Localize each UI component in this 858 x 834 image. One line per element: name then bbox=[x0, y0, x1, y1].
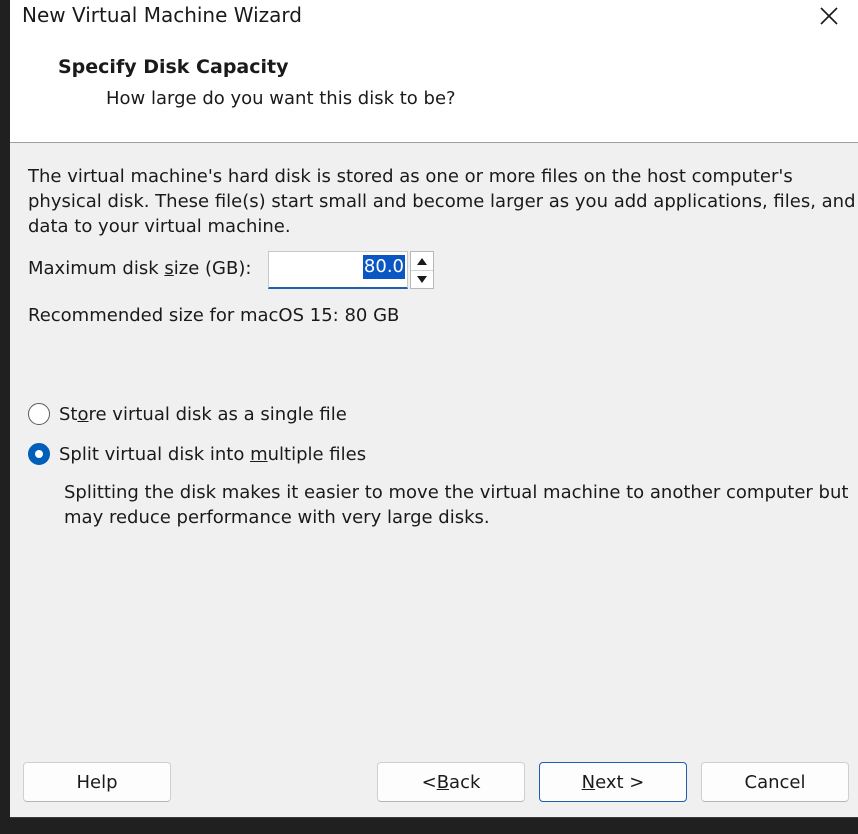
single-file-label-accel: o bbox=[77, 403, 89, 425]
single-file-radio[interactable] bbox=[28, 403, 50, 425]
caret-up-icon bbox=[417, 257, 427, 265]
page-title: Specify Disk Capacity bbox=[58, 56, 289, 78]
split-files-radio[interactable] bbox=[28, 443, 50, 465]
disk-size-spinner bbox=[410, 251, 434, 289]
back-button[interactable]: < Back bbox=[377, 762, 525, 802]
single-file-label[interactable]: Store virtual disk as a single file bbox=[59, 404, 347, 425]
disk-size-label-accel: s bbox=[164, 258, 174, 279]
disk-description: The virtual machine's hard disk is store… bbox=[28, 166, 856, 237]
spin-up-button[interactable] bbox=[411, 252, 433, 271]
title-bar: New Virtual Machine Wizard bbox=[10, 0, 858, 42]
split-files-label-pre: Split virtual disk into bbox=[59, 443, 251, 465]
close-icon bbox=[820, 7, 838, 25]
caret-down-icon bbox=[417, 275, 427, 283]
next-button-post: ext > bbox=[595, 771, 645, 793]
single-file-label-pre: St bbox=[59, 403, 78, 425]
disk-size-label-rest: ize (GB): bbox=[173, 258, 252, 279]
wizard-window: New Virtual Machine Wizard Specify Disk … bbox=[10, 0, 858, 818]
wizard-header: Specify Disk Capacity How large do you w… bbox=[10, 42, 858, 143]
recommended-size-text: Recommended size for macOS 15: 80 GB bbox=[28, 305, 400, 326]
page-subtitle: How large do you want this disk to be? bbox=[106, 88, 456, 109]
next-button-accel: N bbox=[581, 771, 596, 793]
help-button[interactable]: Help bbox=[23, 762, 171, 802]
close-button[interactable] bbox=[800, 0, 858, 32]
disk-size-label: Maximum disk size (GB): bbox=[28, 258, 251, 279]
back-button-accel: B bbox=[436, 771, 450, 793]
split-files-label-post: ultiple files bbox=[267, 443, 367, 465]
back-button-pre: < bbox=[421, 771, 437, 793]
next-button[interactable]: Next > bbox=[539, 762, 687, 802]
split-files-label-accel: m bbox=[250, 443, 268, 465]
disk-size-input[interactable]: 80.0 bbox=[268, 251, 408, 289]
back-button-post: ack bbox=[449, 771, 481, 793]
window-title: New Virtual Machine Wizard bbox=[22, 3, 302, 27]
split-files-label[interactable]: Split virtual disk into multiple files bbox=[59, 444, 366, 465]
split-files-option[interactable]: Split virtual disk into multiple files bbox=[28, 443, 366, 465]
disk-size-value: 80.0 bbox=[362, 255, 405, 279]
single-file-option[interactable]: Store virtual disk as a single file bbox=[28, 403, 347, 425]
cancel-button[interactable]: Cancel bbox=[701, 762, 849, 802]
spin-down-button[interactable] bbox=[411, 270, 433, 288]
single-file-label-post: re virtual disk as a single file bbox=[88, 403, 347, 425]
split-note: Splitting the disk makes it easier to mo… bbox=[64, 482, 849, 528]
disk-size-label-text: Maximum disk bbox=[28, 258, 165, 279]
